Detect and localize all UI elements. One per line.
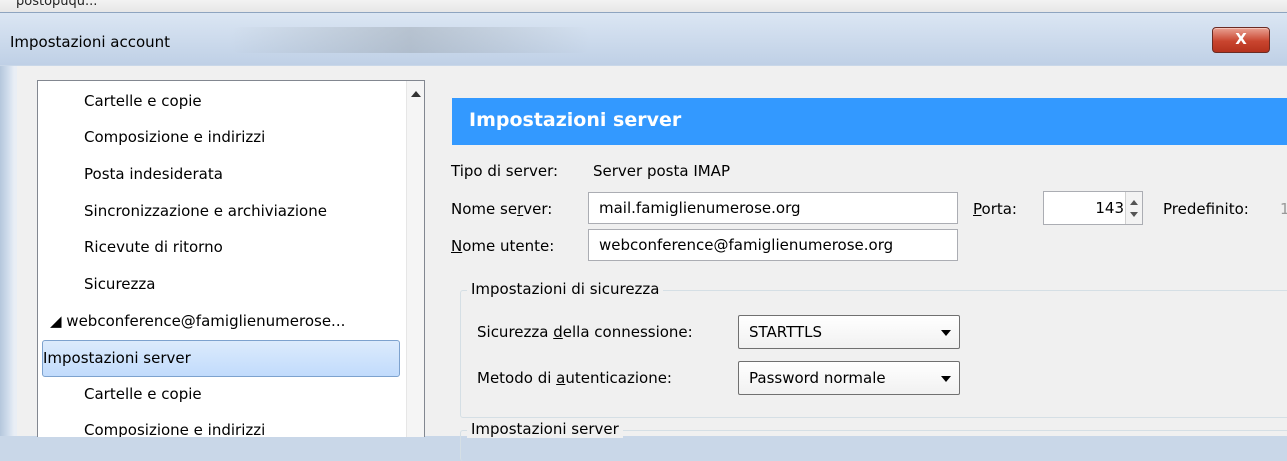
port-stepper[interactable] [1125,192,1142,224]
title-bar-glass [230,27,590,53]
server-settings-panel: Impostazioni server Tipo di server: Serv… [443,80,1287,461]
dialog-client-area: Cartelle e copie Composizione e indirizz… [17,66,1287,461]
tree-item-folders-copies-2[interactable]: Cartelle e copie [38,378,400,410]
spin-up-icon[interactable] [1130,200,1138,205]
background-window-text: postopuqu... [16,0,98,9]
tree-item-server-settings[interactable]: Impostazioni server [42,340,400,377]
username-input[interactable]: webconference@famiglienumerose.org [588,229,958,261]
auth-method-label: Metodo di autenticazione: [477,369,672,387]
default-port-label: Predefinito: [1163,200,1249,218]
chevron-down-icon [941,330,951,336]
tree-scrollbar[interactable] [406,81,424,437]
server-name-label: Nome server: [451,200,553,218]
default-port-value: 1 [1280,200,1287,218]
window-title: Impostazioni account [10,33,171,51]
security-settings-group [460,290,1287,418]
server-group-label: Impostazioni server [467,420,623,438]
server-type-value: Server posta IMAP [593,162,730,180]
tree-item-security[interactable]: Sicurezza [38,268,400,300]
tree-item-sync[interactable]: Sincronizzazione e archiviazione [38,195,400,227]
port-label: Porta: [973,200,1017,218]
title-bar[interactable]: Impostazioni account X [0,12,1287,65]
connection-security-select[interactable]: STARTTLS [738,315,960,349]
tree-item-composition[interactable]: Composizione e indirizzi [38,121,400,153]
server-name-input[interactable]: mail.famiglienumerose.org [588,192,958,224]
tree-item-composition-2[interactable]: Composizione e indirizzi [38,414,400,437]
panel-title: Impostazioni server [469,109,682,131]
chevron-down-icon [941,376,951,382]
server-type-label: Tipo di server: [451,162,559,180]
username-label: Nome utente: [451,237,555,255]
security-group-label: Impostazioni di sicurezza [467,280,664,298]
panel-header: Impostazioni server [452,98,1287,145]
close-button[interactable]: X [1212,27,1270,53]
tree-item-account[interactable]: ◢ webconference@famiglienumerose... [38,305,400,337]
account-tree[interactable]: Cartelle e copie Composizione e indirizz… [37,80,425,437]
scroll-up-arrow-icon[interactable] [411,91,421,97]
tree-item-folders-copies[interactable]: Cartelle e copie [38,85,400,117]
port-value: 143 [1095,199,1124,217]
port-spinner[interactable]: 143 [1043,191,1143,225]
tree-item-junk[interactable]: Posta indesiderata [38,158,400,190]
auth-method-select[interactable]: Password normale [738,361,960,395]
spin-down-icon[interactable] [1130,212,1138,217]
connection-security-label: Sicurezza della connessione: [477,323,693,341]
tree-item-return-receipts[interactable]: Ricevute di ritorno [38,231,400,263]
